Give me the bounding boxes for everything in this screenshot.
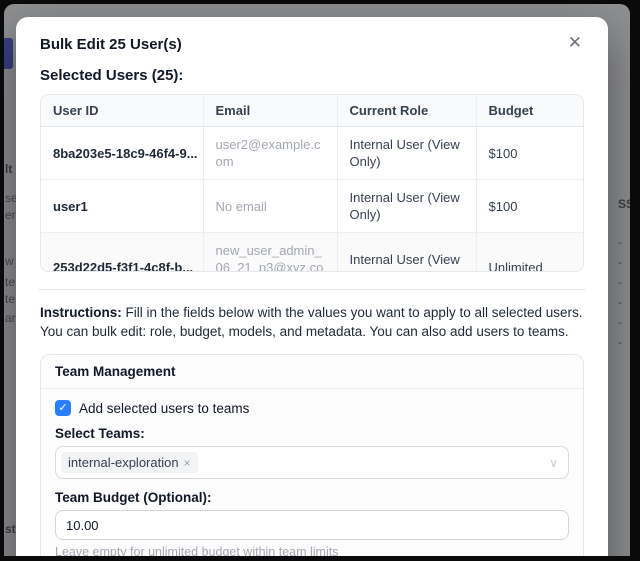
- team-management-body: ✓ Add selected users to teams Select Tea…: [41, 389, 583, 556]
- background-cell-fragment: -: [618, 295, 622, 309]
- background-column-header-fragment: SS: [618, 197, 630, 211]
- bulk-edit-users-modal: Bulk Edit 25 User(s) ✕ Selected Users (2…: [16, 17, 608, 556]
- team-tag[interactable]: internal-exploration ×: [61, 452, 198, 473]
- cell-email: new_user_admin_06_21_p3@xyz.com: [203, 233, 337, 273]
- tag-remove-icon[interactable]: ×: [184, 457, 191, 469]
- cell-role: Internal User (View Only): [337, 180, 476, 233]
- select-teams-label: Select Teams:: [55, 426, 569, 441]
- selected-users-table-container[interactable]: User ID Email Current Role Budget 8ba203…: [40, 94, 584, 272]
- cell-budget: $100: [476, 127, 584, 180]
- background-left-table-edge: lt se er w te te ar st: [4, 4, 16, 556]
- cell-email: user2@example.com: [203, 127, 337, 180]
- table-header-row: User ID Email Current Role Budget: [41, 95, 584, 127]
- modal-title: Bulk Edit 25 User(s): [40, 34, 182, 56]
- instructions-body: Fill in the fields below with the values…: [40, 305, 583, 339]
- selected-users-label: Selected Users (25):: [40, 67, 584, 84]
- team-management-title: Team Management: [41, 355, 583, 389]
- background-text-fragment: st: [5, 522, 16, 536]
- column-header-current-role: Current Role: [337, 95, 476, 127]
- column-header-user-id: User ID: [41, 95, 203, 127]
- cell-budget: Unlimited: [476, 233, 584, 273]
- table-row: 253d22d5-f3f1-4c8f-b... new_user_admin_0…: [41, 233, 584, 273]
- table-row: 8ba203e5-18c9-46f4-9... user2@example.co…: [41, 127, 584, 180]
- team-tag-label: internal-exploration: [68, 455, 179, 470]
- team-management-section: Team Management ✓ Add selected users to …: [40, 354, 584, 556]
- checkbox-label: Add selected users to teams: [79, 401, 249, 416]
- checkmark-icon: ✓: [58, 403, 67, 414]
- background-cell-fragment: -: [618, 275, 622, 289]
- select-teams-input[interactable]: internal-exploration × ∨: [55, 446, 569, 479]
- checkbox-checked[interactable]: ✓: [55, 400, 71, 416]
- close-icon[interactable]: ✕: [566, 34, 584, 52]
- background-cell-fragment: -: [618, 235, 622, 249]
- background-text-fragment: te: [5, 275, 15, 289]
- background-cell-fragment: -: [618, 335, 622, 349]
- background-cell-fragment: -: [618, 255, 622, 269]
- cell-email: No email: [203, 180, 337, 233]
- add-users-to-teams-checkbox-row[interactable]: ✓ Add selected users to teams: [55, 400, 569, 416]
- section-divider: [38, 289, 586, 290]
- background-text-fragment: lt: [5, 162, 12, 176]
- cell-role: Internal User (View Only): [337, 127, 476, 180]
- table-row: user1 No email Internal User (View Only)…: [41, 180, 584, 233]
- modal-header: Bulk Edit 25 User(s) ✕: [40, 34, 584, 56]
- instructions-label: Instructions:: [40, 305, 122, 320]
- budget-helper-text: Leave empty for unlimited budget within …: [55, 545, 569, 556]
- column-header-budget: Budget: [476, 95, 584, 127]
- column-header-email: Email: [203, 95, 337, 127]
- team-budget-input[interactable]: [55, 510, 569, 540]
- dimmed-background-page: lt se er w te te ar st SS - - - - - - Bu…: [4, 4, 630, 556]
- selected-users-table: User ID Email Current Role Budget 8ba203…: [41, 95, 584, 272]
- cell-budget: $100: [476, 180, 584, 233]
- background-text-fragment: ar: [5, 311, 16, 325]
- cell-role: Internal User (View Only): [337, 233, 476, 273]
- cell-user-id: user1: [41, 180, 203, 233]
- cell-user-id: 253d22d5-f3f1-4c8f-b...: [41, 233, 203, 273]
- instructions-text: Instructions: Fill in the fields below w…: [40, 303, 584, 341]
- team-budget-label: Team Budget (Optional):: [55, 490, 569, 505]
- background-cell-fragment: -: [618, 315, 622, 329]
- background-text-fragment: er: [5, 208, 16, 222]
- background-text-fragment: w: [5, 254, 14, 268]
- chevron-down-icon: ∨: [549, 456, 558, 470]
- background-right-table-edge: SS - - - - - -: [616, 4, 630, 556]
- background-text-fragment: te: [5, 292, 15, 306]
- cell-user-id: 8ba203e5-18c9-46f4-9...: [41, 127, 203, 180]
